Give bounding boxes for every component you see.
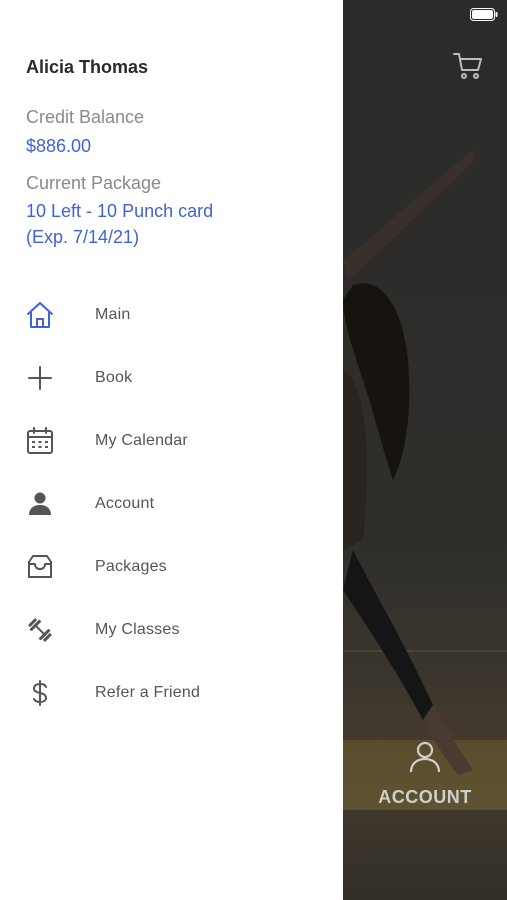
menu-item-label: Account (95, 494, 155, 512)
inbox-icon (25, 552, 55, 582)
credit-balance-value[interactable]: $886.00 (26, 136, 91, 157)
menu-item-label: My Calendar (95, 431, 188, 449)
drawer-menu: Main Book My Calendar Account Packages M… (0, 283, 343, 724)
dumbbell-icon (25, 615, 55, 645)
dollar-icon (25, 678, 55, 708)
battery-icon (470, 8, 498, 21)
user-name: Alicia Thomas (26, 57, 149, 77)
menu-item-label: Book (95, 368, 133, 386)
home-icon (25, 300, 55, 330)
calendar-icon (25, 426, 55, 456)
cart-icon[interactable] (452, 50, 484, 82)
menu-item-label: Refer a Friend (95, 683, 201, 701)
side-drawer: Alicia Thomas Credit Balance $886.00 Cur… (0, 0, 343, 900)
person-icon (25, 489, 55, 519)
menu-item-label: My Classes (95, 620, 180, 638)
menu-item-main[interactable]: Main (0, 283, 343, 346)
menu-item-my-calendar[interactable]: My Calendar (0, 409, 343, 472)
menu-item-refer-a-friend[interactable]: Refer a Friend (0, 661, 343, 724)
tab-account[interactable]: ACCOUNT (343, 735, 507, 815)
credit-balance-label: Credit Balance (26, 107, 145, 127)
plus-icon (25, 363, 55, 393)
menu-item-label: Main (95, 305, 131, 323)
menu-item-packages[interactable]: Packages (0, 535, 343, 598)
current-package-label: Current Package (26, 173, 162, 193)
current-package-expiry[interactable]: (Exp. 7/14/21) (26, 227, 139, 248)
menu-item-my-classes[interactable]: My Classes (0, 598, 343, 661)
menu-item-book[interactable]: Book (0, 346, 343, 409)
menu-item-label: Packages (95, 557, 167, 575)
floor-line (343, 650, 507, 652)
current-package-name[interactable]: 10 Left - 10 Punch card (26, 201, 213, 222)
person-outline-icon (409, 741, 441, 773)
menu-item-account[interactable]: Account (0, 472, 343, 535)
tab-account-label: ACCOUNT (378, 787, 472, 807)
